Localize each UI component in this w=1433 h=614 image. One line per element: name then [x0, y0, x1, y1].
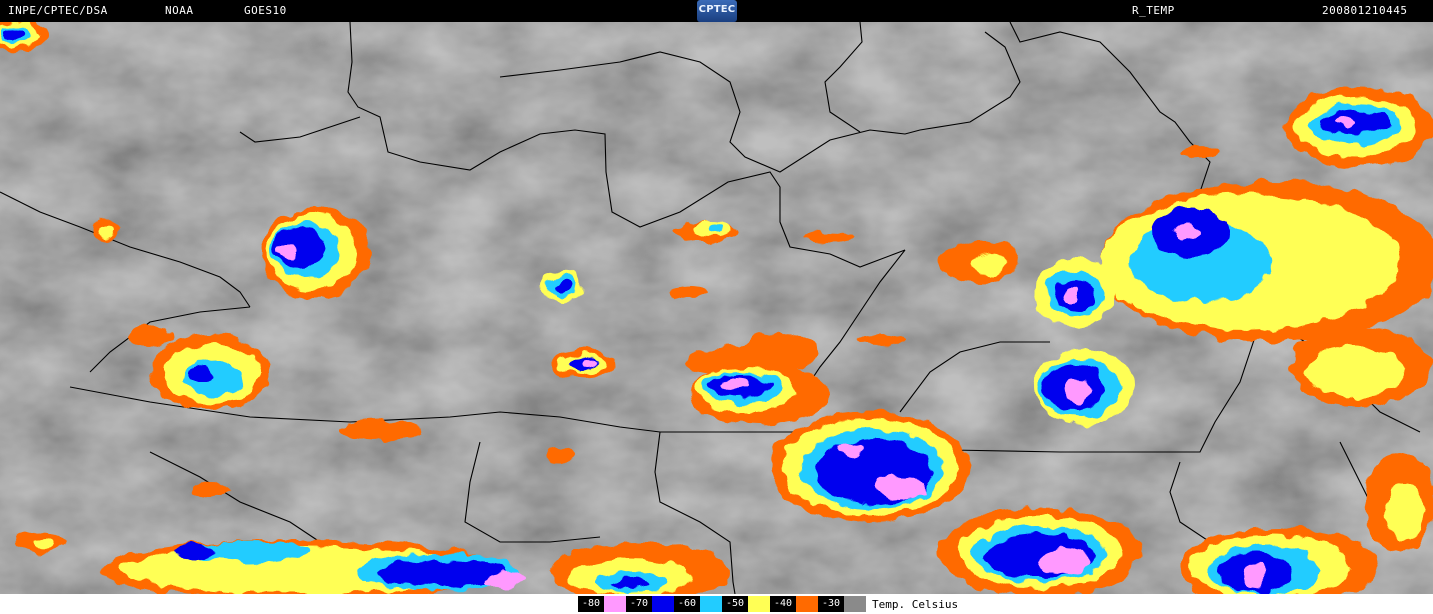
- organization-label: INPE/CPTEC/DSA: [8, 4, 108, 17]
- cell-far-left: [150, 334, 270, 410]
- timestamp-label: 200801210445: [1322, 4, 1408, 17]
- cell-diagonal-band: [690, 364, 830, 424]
- legend-color-swatch: [604, 596, 626, 612]
- legend-entry: -60: [674, 596, 722, 612]
- product-label: R_TEMP: [1132, 4, 1175, 17]
- legend-title: Temp. Celsius: [872, 597, 959, 611]
- satellite-label: GOES10: [244, 4, 287, 17]
- legend-value-label: -30: [818, 596, 844, 612]
- legend-entry: -30: [818, 596, 866, 612]
- legend-value-label: -70: [626, 596, 652, 612]
- legend-color-swatch: [700, 596, 722, 612]
- cell-small-left: [91, 220, 119, 240]
- satellite-image[interactable]: [0, 22, 1433, 594]
- legend-entry: -40: [770, 596, 818, 612]
- legend-value-label: -80: [578, 596, 604, 612]
- cell-center-c: [675, 222, 735, 242]
- legend-value-label: -50: [722, 596, 748, 612]
- cptec-logo: CPTEC: [697, 0, 737, 22]
- legend-color-swatch: [652, 596, 674, 612]
- legend-entry: -80: [578, 596, 626, 612]
- legend-color-swatch: [844, 596, 866, 612]
- satellite-map-svg: [0, 22, 1433, 594]
- legend-value-label: -60: [674, 596, 700, 612]
- legend-bar: -80 -70 -60 -50 -40 -30 Temp. Celsius: [0, 594, 1433, 614]
- header-bar: INPE/CPTEC/DSA NOAA GOES10 CPTEC R_TEMP …: [0, 0, 1433, 22]
- cell-center-b: [553, 350, 617, 378]
- legend-color-swatch: [796, 596, 818, 612]
- cell-center-a: [543, 269, 583, 303]
- logo-text: CPTEC: [698, 4, 736, 15]
- temperature-legend: -80 -70 -60 -50 -40 -30 Temp. Celsius: [578, 596, 958, 612]
- agency-label: NOAA: [165, 4, 194, 17]
- legend-entry: -70: [626, 596, 674, 612]
- legend-color-swatch: [748, 596, 770, 612]
- cell-top-right: [1285, 87, 1433, 167]
- legend-value-label: -40: [770, 596, 796, 612]
- cell-bottom-right-a: [940, 507, 1140, 594]
- cell-left: [260, 207, 370, 297]
- legend-entry: -50: [722, 596, 770, 612]
- cell-south-central: [770, 412, 970, 522]
